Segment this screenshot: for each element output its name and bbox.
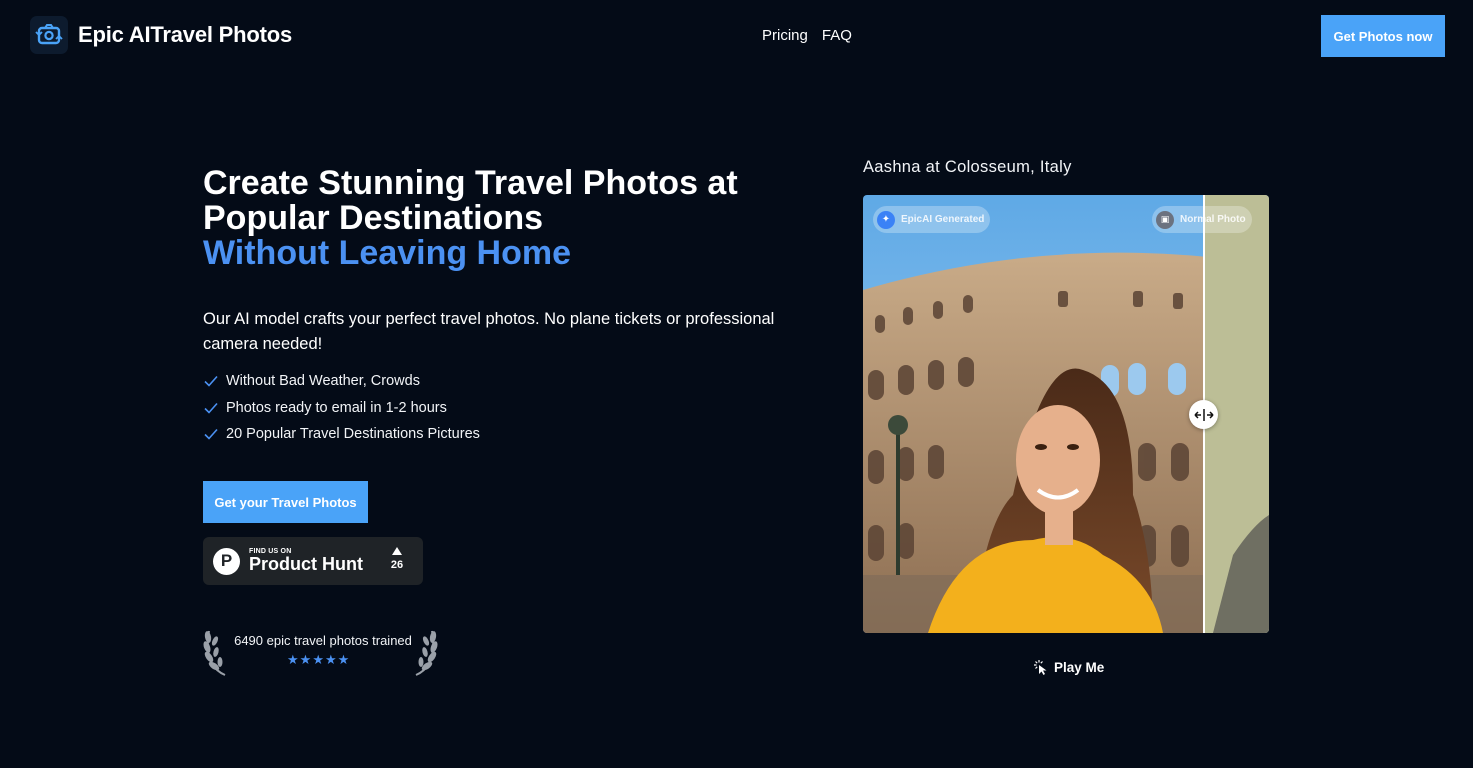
- hero-title: Create Stunning Travel Photos at Popular…: [203, 166, 823, 271]
- hero-subtitle: Our AI model crafts your perfect travel …: [203, 310, 775, 353]
- brand-name: Epic AITravel Photos: [78, 22, 293, 47]
- click-cursor-icon: [1033, 659, 1049, 675]
- upvote-count: 26: [389, 547, 405, 571]
- feature-list: Without Bad Weather, Crowds Photos ready…: [203, 368, 480, 448]
- drag-arrows-icon: [1193, 408, 1214, 421]
- trained-count-text: 6490 epic travel photos trained: [234, 633, 412, 648]
- normal-photo-label: ▣ Normal Photo: [1152, 206, 1252, 233]
- sparkle-icon: ✦: [877, 210, 895, 229]
- feature-label: 20 Popular Travel Destinations Pictures: [226, 426, 480, 443]
- feature-item: Without Bad Weather, Crowds: [203, 368, 480, 395]
- feature-item: Photos ready to email in 1-2 hours: [203, 395, 480, 422]
- brand-logo[interactable]: Epic AITravel Photos: [30, 16, 292, 54]
- play-me-button[interactable]: Play Me: [1033, 659, 1104, 675]
- hero-title-line1: Create Stunning Travel Photos at: [203, 164, 738, 202]
- product-hunt-text: FIND US ON Product Hunt: [249, 548, 363, 574]
- star-icon: ★: [287, 652, 299, 667]
- upvote-number: 26: [390, 559, 404, 571]
- laurel-left-icon: [203, 630, 226, 676]
- camera-swap-icon: [30, 16, 68, 54]
- nav-link-faq[interactable]: FAQ: [822, 27, 852, 44]
- feature-label: Photos ready to email in 1-2 hours: [226, 399, 447, 416]
- ai-generated-text: EpicAI Generated: [901, 214, 985, 225]
- upvote-arrow-icon: [392, 547, 402, 555]
- product-hunt-badge[interactable]: P FIND US ON Product Hunt 26: [203, 537, 423, 585]
- ai-generated-label: ✦ EpicAI Generated: [873, 206, 991, 233]
- main-nav: Pricing FAQ: [762, 27, 852, 44]
- feature-item: 20 Popular Travel Destinations Pictures: [203, 421, 480, 448]
- feature-label: Without Bad Weather, Crowds: [226, 373, 420, 390]
- get-photos-now-button[interactable]: Get Photos now: [1321, 15, 1445, 57]
- before-after-slider[interactable]: ✦ EpicAI Generated ▣ Normal Photo: [863, 195, 1269, 633]
- check-icon: [203, 426, 219, 442]
- product-hunt-name: Product Hunt: [249, 554, 363, 574]
- trained-badge: 6490 epic travel photos trained ★ ★ ★ ★ …: [203, 625, 443, 677]
- hero-title-line2: Popular Destinations: [203, 199, 544, 237]
- rating-stars: ★ ★ ★ ★ ★: [287, 653, 349, 667]
- nav-link-pricing[interactable]: Pricing: [762, 27, 808, 44]
- star-icon: ★: [324, 652, 337, 667]
- site-header: Epic AITravel Photos Pricing FAQ Get Pho…: [0, 0, 1473, 72]
- star-icon: ★: [312, 652, 324, 667]
- phone-icon: ▣: [1156, 210, 1174, 229]
- normal-photo-text: Normal Photo: [1180, 214, 1246, 225]
- hero-title-accent: Without Leaving Home: [203, 234, 572, 272]
- get-travel-photos-button[interactable]: Get your Travel Photos: [203, 481, 368, 523]
- slider-handle[interactable]: [1189, 400, 1218, 429]
- check-icon: [203, 400, 219, 416]
- play-me-label: Play Me: [1054, 659, 1105, 675]
- product-hunt-icon: P: [213, 547, 240, 575]
- star-icon: ★: [337, 652, 350, 667]
- showcase-caption: Aashna at Colosseum, Italy: [863, 158, 1072, 176]
- check-icon: [203, 373, 219, 389]
- star-icon: ★: [299, 652, 312, 667]
- laurel-right-icon: [415, 630, 438, 676]
